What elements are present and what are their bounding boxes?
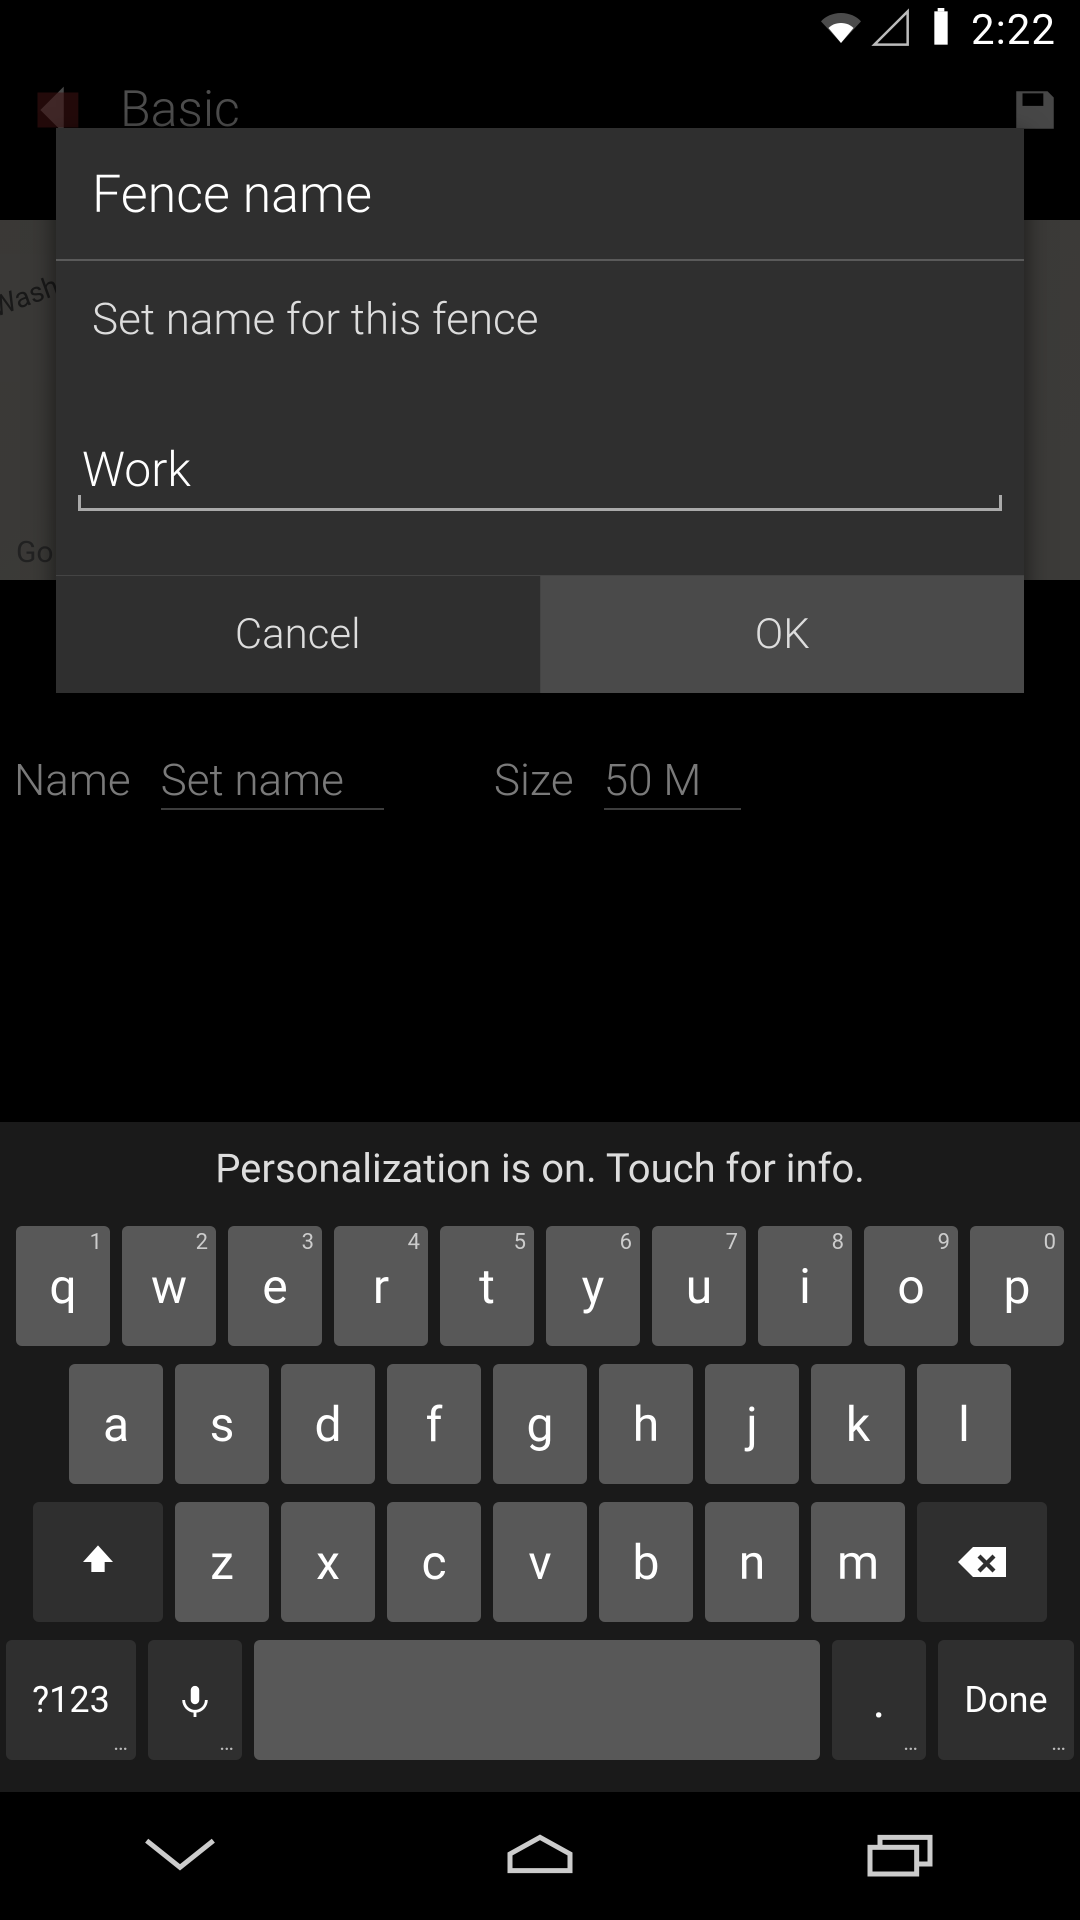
battery-icon bbox=[921, 8, 961, 52]
cancel-button[interactable]: Cancel bbox=[56, 576, 540, 693]
key-j[interactable]: j bbox=[705, 1364, 799, 1484]
key-b[interactable]: b bbox=[599, 1502, 693, 1622]
key-h[interactable]: h bbox=[599, 1364, 693, 1484]
name-value[interactable]: Set name bbox=[161, 754, 344, 806]
symbols-key[interactable]: ?123… bbox=[6, 1640, 136, 1760]
map-attribution: Go bbox=[16, 535, 54, 570]
wifi-icon bbox=[821, 8, 861, 52]
key-c[interactable]: c bbox=[387, 1502, 481, 1622]
spacebar-key[interactable] bbox=[254, 1640, 820, 1760]
cell-signal-icon bbox=[871, 8, 911, 52]
map-road-label: Wash bbox=[0, 269, 63, 324]
key-k[interactable]: k bbox=[811, 1364, 905, 1484]
key-t[interactable]: t5 bbox=[440, 1226, 534, 1346]
key-y[interactable]: y6 bbox=[546, 1226, 640, 1346]
shift-key[interactable] bbox=[33, 1502, 163, 1622]
key-r[interactable]: r4 bbox=[334, 1226, 428, 1346]
fence-name-input-wrap bbox=[78, 435, 1002, 511]
fence-name-dialog: Fence name Set name for this fence Cance… bbox=[56, 128, 1024, 693]
key-o[interactable]: o9 bbox=[864, 1226, 958, 1346]
key-z[interactable]: z bbox=[175, 1502, 269, 1622]
mic-key[interactable]: … bbox=[148, 1640, 242, 1760]
key-m[interactable]: m bbox=[811, 1502, 905, 1622]
key-a[interactable]: a bbox=[69, 1364, 163, 1484]
key-q[interactable]: q1 bbox=[16, 1226, 110, 1346]
suggestion-bar[interactable]: Personalization is on. Touch for info. bbox=[0, 1122, 1080, 1214]
key-n[interactable]: n bbox=[705, 1502, 799, 1622]
keyboard: q1w2e3r4t5y6u7i8o9p0 asdfghjkl zxcvbnm ?… bbox=[0, 1214, 1080, 1792]
name-label: Name bbox=[14, 754, 131, 806]
nav-bar bbox=[0, 1792, 1080, 1920]
nav-home-icon[interactable] bbox=[500, 1829, 580, 1883]
key-i[interactable]: i8 bbox=[758, 1226, 852, 1346]
key-e[interactable]: e3 bbox=[228, 1226, 322, 1346]
key-x[interactable]: x bbox=[281, 1502, 375, 1622]
dialog-title: Fence name bbox=[56, 128, 1024, 259]
keyboard-region: Personalization is on. Touch for info. q… bbox=[0, 1122, 1080, 1792]
dialog-buttons: Cancel OK bbox=[56, 575, 1024, 693]
status-time: 2:22 bbox=[971, 6, 1056, 55]
key-s[interactable]: s bbox=[175, 1364, 269, 1484]
done-key[interactable]: Done… bbox=[938, 1640, 1074, 1760]
field-row: Name Set name Size 50 M bbox=[0, 740, 1080, 820]
nav-recent-icon[interactable] bbox=[860, 1829, 940, 1883]
ok-button[interactable]: OK bbox=[540, 576, 1025, 693]
key-l[interactable]: l bbox=[917, 1364, 1011, 1484]
dialog-message: Set name for this fence bbox=[56, 261, 1024, 435]
period-key[interactable]: .… bbox=[832, 1640, 926, 1760]
key-v[interactable]: v bbox=[493, 1502, 587, 1622]
key-f[interactable]: f bbox=[387, 1364, 481, 1484]
backspace-key[interactable] bbox=[917, 1502, 1047, 1622]
nav-back-icon[interactable] bbox=[140, 1829, 220, 1883]
key-g[interactable]: g bbox=[493, 1364, 587, 1484]
fence-name-input[interactable] bbox=[78, 435, 1002, 511]
key-w[interactable]: w2 bbox=[122, 1226, 216, 1346]
key-p[interactable]: p0 bbox=[970, 1226, 1064, 1346]
status-bar: 2:22 bbox=[0, 0, 1080, 60]
key-u[interactable]: u7 bbox=[652, 1226, 746, 1346]
size-label: Size bbox=[494, 754, 574, 806]
key-d[interactable]: d bbox=[281, 1364, 375, 1484]
size-value[interactable]: 50 M bbox=[604, 754, 702, 806]
